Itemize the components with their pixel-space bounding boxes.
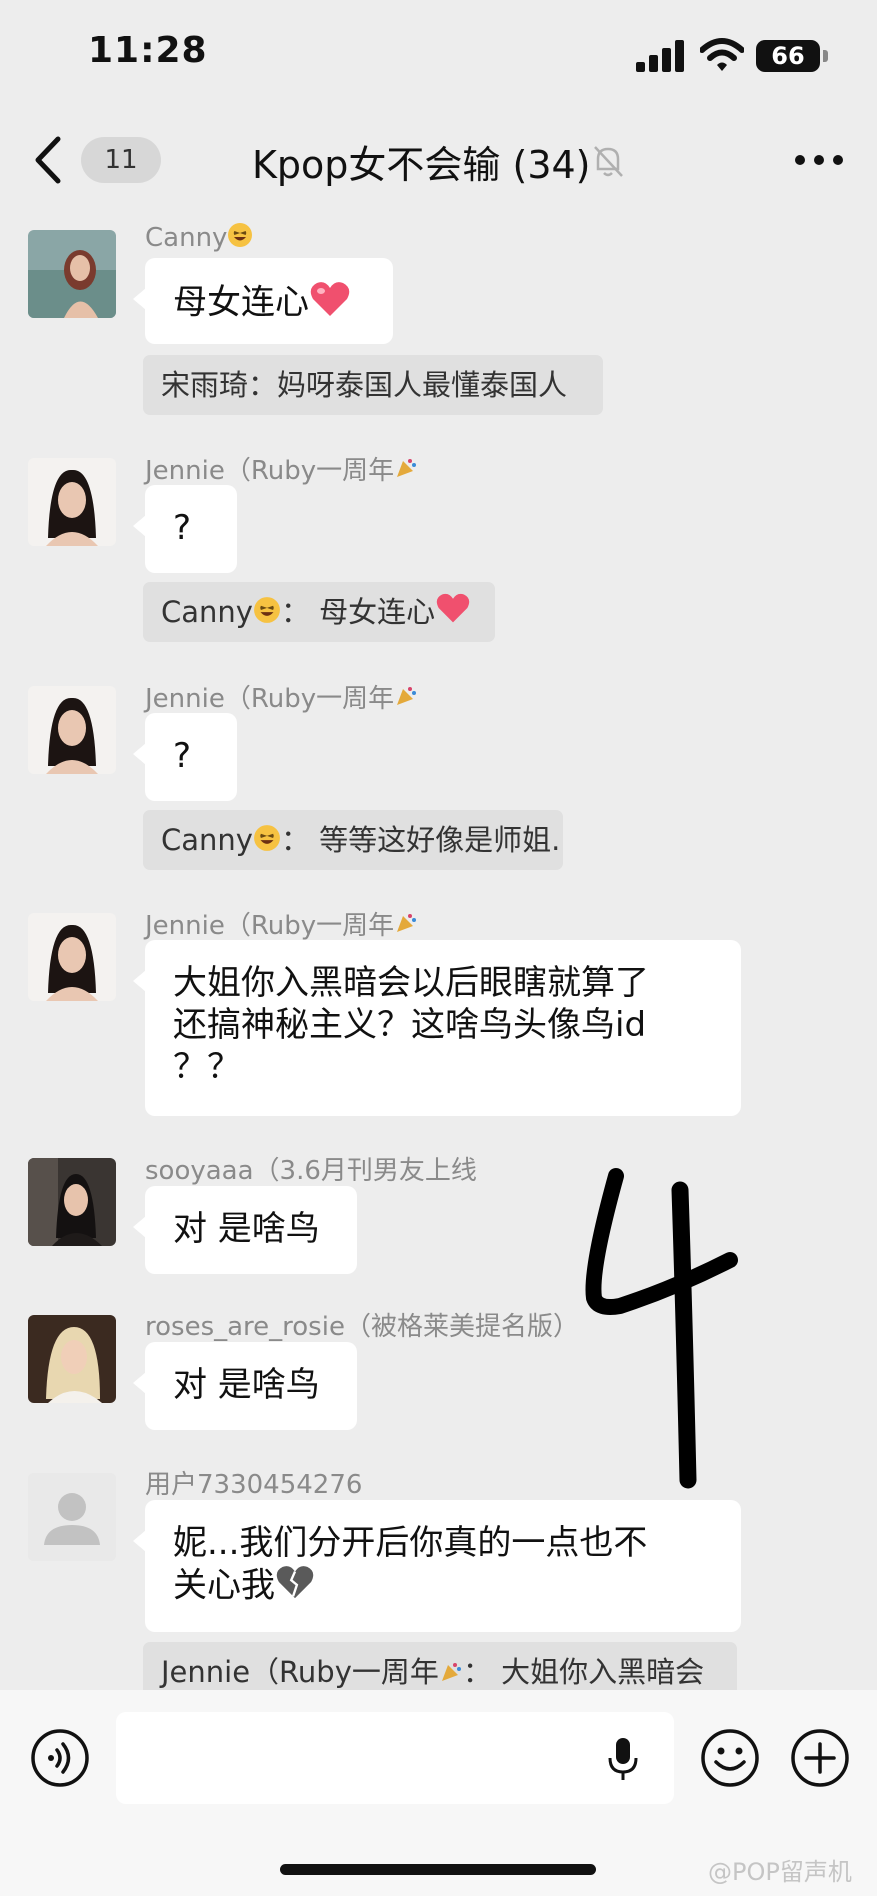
wifi-icon (700, 38, 744, 71)
message-line: 关心我 (173, 1564, 713, 1610)
message-sender: 用户7330454276 (145, 1470, 363, 1500)
emoji-icon[interactable] (700, 1728, 760, 1788)
message-bubble[interactable]: 母女连心 (133, 258, 393, 344)
home-indicator[interactable] (280, 1864, 596, 1875)
message-sender: Jennie（Ruby一周年 (145, 678, 418, 715)
cellular-signal-icon (636, 40, 684, 72)
watermark: @POP留声机 (708, 1858, 852, 1886)
message-line: 大姐你入黑暗会以后眼瞎就算了 (173, 963, 649, 1003)
avatar-jennie[interactable] (28, 686, 116, 774)
message-sender: roses_are_rosie（被格莱美提名版） (145, 1312, 579, 1342)
back-icon[interactable] (30, 135, 66, 185)
message-sender: Jennie（Ruby一周年 (145, 450, 418, 487)
chat-header: 11 Kpop女不会输 (34) (0, 110, 877, 210)
quoted-message[interactable]: Jennie（Ruby一周年： 大姐你入黑暗会 (143, 1642, 737, 1690)
laughing-emoji-icon (253, 812, 281, 870)
party-emoji-icon (439, 1644, 463, 1690)
message-bubble[interactable]: ? (133, 485, 237, 573)
status-time: 11:28 (88, 30, 208, 71)
avatar-sooyaaa[interactable] (28, 1158, 116, 1246)
message-sender: sooyaaa（3.6月刊男友上线 (145, 1156, 477, 1186)
party-emoji-icon (394, 456, 418, 487)
status-bar: 11:28 66 (0, 0, 877, 110)
handwritten-number-annotation (585, 1168, 738, 1489)
default-avatar-icon[interactable] (28, 1473, 116, 1561)
chat-input-bar: @POP留声机 (0, 1690, 877, 1896)
message-line: 妮...我们分开后你真的一点也不 (173, 1523, 648, 1563)
laughing-emoji-icon (227, 222, 253, 255)
message-bubble[interactable]: 妮...我们分开后你真的一点也不 关心我 (133, 1500, 741, 1632)
more-options-icon[interactable] (794, 154, 844, 166)
laughing-emoji-icon (253, 584, 281, 642)
quoted-message[interactable]: CannyCanny： 母女连心 (143, 582, 495, 642)
battery-level: 66 (756, 40, 820, 72)
avatar-jennie[interactable] (28, 913, 116, 1001)
red-heart-emoji-icon (309, 280, 351, 328)
message-bubble[interactable]: 对 是啥鸟 (133, 1342, 357, 1430)
unread-count-badge[interactable]: 11 (81, 137, 161, 183)
quoted-message[interactable]: 宋雨琦：妈呀泰国人最懂泰国人 (143, 355, 603, 415)
avatar-jennie[interactable] (28, 458, 116, 546)
avatar-canny[interactable] (28, 230, 116, 318)
message-line: 还搞神秘主义？这啥鸟头像鸟id (173, 1005, 647, 1045)
party-emoji-icon (394, 911, 418, 942)
battery-icon: 66 (756, 40, 832, 72)
message-sender: Jennie（Ruby一周年 (145, 905, 418, 942)
microphone-icon[interactable] (606, 1736, 640, 1782)
red-heart-emoji-icon (435, 584, 471, 642)
message-line: ？？ (173, 1047, 241, 1087)
mute-bell-icon (594, 146, 623, 177)
add-attachment-icon[interactable] (790, 1728, 850, 1788)
voice-input-icon[interactable] (30, 1728, 90, 1788)
chat-title: Kpop女不会输 (34) (252, 143, 591, 187)
message-bubble[interactable]: 大姐你入黑暗会以后眼瞎就算了 还搞神秘主义？这啥鸟头像鸟id ？？ (133, 940, 741, 1116)
message-input[interactable] (116, 1712, 674, 1804)
party-emoji-icon (394, 684, 418, 715)
quoted-message[interactable]: Canny： 等等这好像是师姐... (143, 810, 563, 870)
avatar-rosie[interactable] (28, 1315, 116, 1403)
message-bubble[interactable]: ? (133, 713, 237, 801)
message-bubble[interactable]: 对 是啥鸟 (133, 1186, 357, 1274)
broken-heart-emoji-icon (275, 1564, 315, 1610)
message-sender: Canny (145, 222, 253, 255)
